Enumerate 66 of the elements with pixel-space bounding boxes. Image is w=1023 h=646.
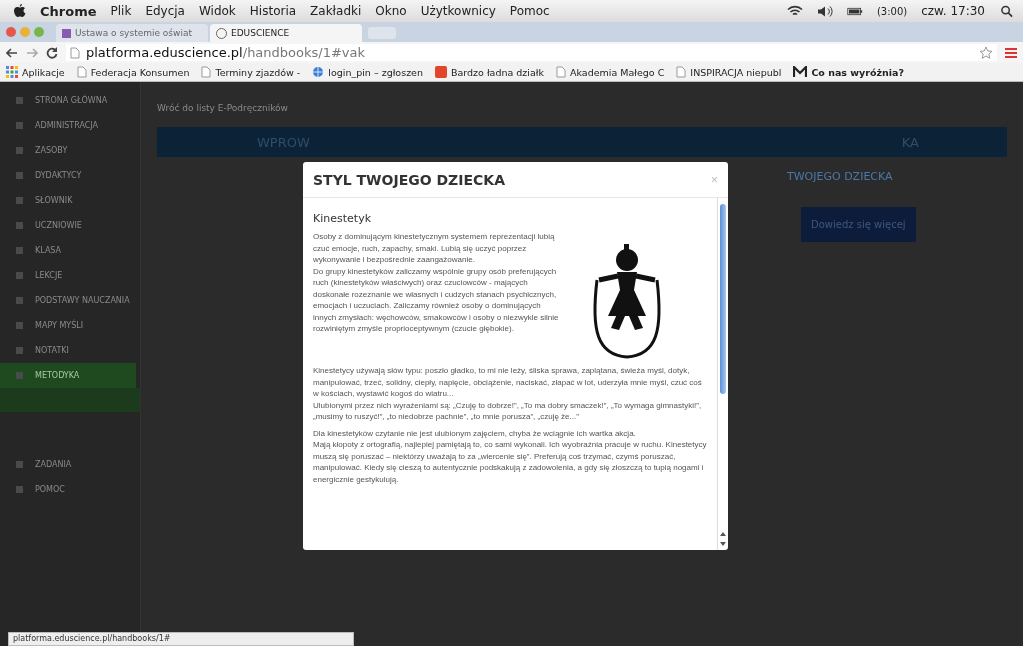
menu-item[interactable]: Widok (198, 4, 236, 18)
sidebar-item[interactable]: MAPY MYŚLI (0, 313, 140, 338)
sidebar-item[interactable]: UCZNIOWIE (0, 213, 140, 238)
apps-grid-icon (6, 66, 18, 78)
square-icon (435, 66, 447, 78)
sidebar-item[interactable]: ZADANIA (0, 452, 140, 477)
sidebar-item[interactable]: LEKCJE (0, 263, 140, 288)
browser-tab[interactable]: EDUSCIENCE (210, 24, 362, 42)
bookmark[interactable]: Bardzo ładna działk (435, 66, 544, 78)
page-icon (556, 66, 566, 78)
bookmark[interactable]: Aplikacje (6, 66, 65, 78)
menu-icon[interactable] (1005, 47, 1017, 58)
sidebar-item[interactable]: METODYKA (0, 363, 136, 388)
globe-icon (312, 66, 325, 78)
menu-item[interactable]: Historia (249, 4, 297, 18)
section-heading: Kinestetyk (313, 212, 372, 225)
sidebar-item[interactable]: DYDAKTYCY (0, 163, 140, 188)
modal-title: STYL TWOJEGO DZIECKA (313, 171, 505, 188)
menu-item[interactable]: Pomoc (509, 4, 550, 18)
wifi-icon[interactable] (786, 4, 803, 18)
menu-item[interactable]: Edycja (145, 4, 185, 18)
sidebar-item[interactable]: SŁOWNIK (0, 188, 140, 213)
page-icon (201, 66, 212, 78)
app-menu[interactable]: Chrome (40, 3, 97, 19)
apple-icon[interactable] (14, 4, 26, 18)
bookmark[interactable]: login_pin – zgłoszen (312, 66, 423, 78)
back-icon[interactable] (6, 47, 18, 58)
sidebar-item[interactable]: POMOC (0, 477, 140, 502)
paragraph: Osoby z dominującym kinestetycznym systemem reprezentacji lubią czuć emocje, ruch, zapachy, smaki. Lubią się uczyć poprzez wykonywanie i bezpośrednie zaangażowanie. (313, 231, 556, 266)
paragraph: Kinestetycy używają słów typu: poszło gładko, to mi nie leży, śliska sprawa, zaplątana, świeża myśl, dotyk, manipulować, trzeć, solidny, ciepły, napięcie, obciążenie, naciskać, złapać w lot, uderzyła mnie myśl, czuć coś w kościach, wystawić kogoś do wiatru... (313, 365, 703, 400)
status-url: platforma.eduscience.pl/handbooks/1# (8, 632, 354, 646)
sidebar-item[interactable]: ADMINISTRACJA (0, 113, 140, 138)
page-icon (76, 66, 87, 78)
sidebar-item[interactable]: KLASA (0, 238, 140, 263)
search-icon[interactable] (999, 4, 1015, 18)
menu-item[interactable]: Zakładki (310, 4, 362, 18)
battery-time: (3:00) (876, 5, 908, 17)
section-heading: TWOJEGO DZIECKA (787, 170, 893, 183)
bookmark[interactable]: Co nas wyróżnia? (793, 66, 904, 78)
menu-item[interactable]: Użytkownicy (420, 4, 496, 18)
page-icon (70, 46, 80, 59)
bookmark[interactable]: Federacja Konsumen (76, 66, 190, 78)
paragraph: Ulubionymi przez nich wyrażeniami są: „Czuję to dobrze!”, „To ma dobry smaczek!”, „To wymaga gimnastyki!”, „musimy to ruszyć!”, „to niedobrze pachnie”, „to mnie porusza”, „czuję że...” (313, 399, 703, 423)
browser-tab[interactable]: Ustawa o systemie oświat (56, 24, 208, 42)
bookmark[interactable]: Akademia Małego C (556, 66, 665, 78)
bookmark[interactable]: Terminy zjazdów - (201, 66, 301, 78)
scroll-arrows-icon[interactable] (719, 530, 727, 548)
sidebar-item[interactable]: PODSTAWY NAUCZANIA (0, 288, 140, 313)
menu-item[interactable]: Okno (375, 4, 407, 18)
sidebar-item[interactable]: STRONA GŁÓWNA (0, 88, 140, 113)
paragraph: Mają kłopoty z ortografią, najlepiej pamiętają to, co sami wykonali. Ich wyobraźnia pracuje w ruchu. Kinestetycy muszą się poruszać – niektórzy uważają to za „wiercenie się”. Preferują coś trzymać, czymś poruszać, manipulować. Kiedy się cieszą to autentycznie podskakują z zadowolenia, a gdy się złoszczą to tupią nogami i energicznie gestykulują. (313, 439, 708, 485)
sidebar-item[interactable]: ZASOBY (0, 138, 140, 163)
bookmark[interactable]: INSPIRACJA niepubl (676, 66, 782, 78)
reload-icon[interactable] (46, 46, 58, 59)
paragraph: Dla kinestetyków czytanie nie jest ulubionym zajęciem, chyba że wciągnie ich wartka akcja. (313, 427, 637, 439)
menu-item[interactable]: Plik (110, 4, 132, 18)
address-field[interactable]: platforma.eduscience.pl/handbooks/1#vak (66, 44, 997, 61)
m-logo (793, 66, 808, 78)
volume-icon[interactable] (816, 4, 833, 18)
page-icon (676, 66, 687, 78)
paragraph: Do grupy kinestetyków zaliczamy wspólnie grupy osób preferujących ruch (kinestetyków właściwych) oraz czuciowców - mających doskonałe rozeznanie we własnych i cudzych stanach psychicznych, emocjach i uczuciach. Zaliczamy również osoby o dominujących innych zmysłach: węchowców, smakowców i osoby o niezwykle silnie rozwiniętym zmyśle proprioceptywnym (czucie głębokie). (313, 265, 560, 335)
sidebar-item[interactable]: NOTATKI (0, 338, 140, 363)
back-link[interactable]: Wróć do listy E-Podręczników (157, 103, 288, 113)
clock[interactable]: czw. 17:30 (921, 4, 985, 18)
star-icon[interactable] (979, 45, 993, 60)
scrollbar[interactable] (717, 198, 728, 550)
